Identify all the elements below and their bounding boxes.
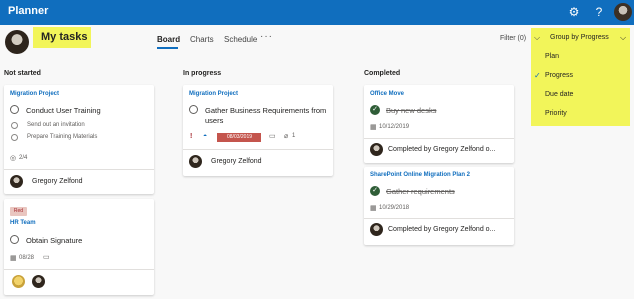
tab-charts[interactable]: Charts xyxy=(190,35,214,44)
assignee-avatar xyxy=(12,275,25,288)
help-icon[interactable]: ? xyxy=(591,4,607,20)
checklist-circle-icon[interactable] xyxy=(11,134,18,141)
comment-icon: ▭ xyxy=(269,133,276,140)
completed-by: Completed by Gregory Zelfond o... xyxy=(388,226,496,233)
calendar-icon: ▦ xyxy=(370,124,377,131)
column-title-not-started: Not started xyxy=(4,70,41,77)
user-avatar xyxy=(5,30,29,54)
column-title-in-progress: In progress xyxy=(183,70,222,77)
tab-schedule[interactable]: Schedule xyxy=(224,35,257,44)
page-title: My tasks xyxy=(41,31,88,43)
completed-check-icon[interactable]: ✓ xyxy=(370,186,380,196)
checklist-item: Send out an invitation xyxy=(27,122,85,128)
assignee-avatar xyxy=(32,275,45,288)
menu-item-plan[interactable]: Plan xyxy=(545,53,559,60)
task-title[interactable]: Obtain Signature xyxy=(26,236,82,245)
group-by-button[interactable]: Group by Progress xyxy=(550,34,609,41)
attachment-count: 1 xyxy=(292,133,296,139)
divider xyxy=(183,149,333,150)
divider xyxy=(4,169,154,170)
assignee-avatar xyxy=(10,175,23,188)
label-badge: Red xyxy=(10,207,27,216)
checklist-circle-icon[interactable] xyxy=(11,122,18,129)
complete-circle-icon[interactable] xyxy=(10,235,19,244)
more-options-icon[interactable]: ··· xyxy=(260,31,273,42)
task-card[interactable]: SharePoint Online Migration Plan 2 ✓ Gat… xyxy=(364,167,514,245)
assignee-avatar xyxy=(370,223,383,236)
progress-icon: ◓ xyxy=(203,133,208,140)
checklist-count: 2/4 xyxy=(19,155,28,161)
divider xyxy=(364,138,514,139)
chevron-down-icon[interactable]: ⌵ xyxy=(620,33,626,43)
bucket-name: Migration Project xyxy=(10,91,60,97)
tab-board[interactable]: Board xyxy=(157,35,180,44)
my-tasks-highlight: My tasks xyxy=(33,27,91,48)
menu-item-due-date[interactable]: Due date xyxy=(545,91,573,98)
attachment-icon: ⌀ xyxy=(284,133,289,140)
calendar-icon: ▦ xyxy=(10,255,17,262)
task-card[interactable]: Migration Project Conduct User Training … xyxy=(4,85,154,194)
calendar-icon: ▦ xyxy=(370,205,377,212)
assignee-name: Gregory Zelfond xyxy=(32,178,83,185)
complete-circle-icon[interactable] xyxy=(189,105,198,114)
menu-item-priority[interactable]: Priority xyxy=(545,110,567,117)
account-avatar[interactable] xyxy=(614,3,632,21)
task-card[interactable]: Office Move ✓ Buy new desks ▦ 10/12/2019… xyxy=(364,85,514,163)
divider xyxy=(4,269,154,270)
completed-date: 10/12/2019 xyxy=(379,124,410,130)
priority-icon: ! xyxy=(190,133,193,140)
task-card[interactable]: Red HR Team Obtain Signature ▦ 08/28 ▭ xyxy=(4,199,154,295)
gear-icon[interactable]: ⚙ xyxy=(566,4,582,20)
bucket-name: Migration Project xyxy=(189,91,239,97)
active-tab-indicator xyxy=(157,47,178,49)
task-title[interactable]: Gather requirements xyxy=(386,187,455,196)
check-icon: ✓ xyxy=(534,71,541,80)
comment-icon: ▭ xyxy=(43,254,50,261)
task-card[interactable]: Migration Project Gather Business Requir… xyxy=(183,85,333,176)
due-date: 08/28 xyxy=(19,255,35,261)
divider xyxy=(364,218,514,219)
task-title[interactable]: Gather Business Requirements from xyxy=(205,106,326,115)
filter-chevron-icon[interactable]: ⌵ xyxy=(534,33,540,43)
app-title[interactable]: Planner xyxy=(8,5,48,17)
checklist-icon: ◎ xyxy=(10,155,17,162)
column-title-completed: Completed xyxy=(364,70,401,77)
completed-date: 10/29/2018 xyxy=(379,205,410,211)
assignee-name: Gregory Zelfond xyxy=(211,158,262,165)
complete-circle-icon[interactable] xyxy=(10,105,19,114)
bucket-name: Office Move xyxy=(370,91,405,97)
group-by-dropdown: ⌵ Group by Progress ⌵ Plan ✓ Progress Du… xyxy=(531,28,630,126)
completed-by: Completed by Gregory Zelfond o... xyxy=(388,146,496,153)
top-bar: Planner ⚙ ? xyxy=(0,0,634,25)
assignee-avatar xyxy=(189,155,202,168)
bucket-name: HR Team xyxy=(10,220,36,226)
due-date-badge: 08/03/2019 xyxy=(217,133,261,142)
bucket-name: SharePoint Online Migration Plan 2 xyxy=(370,172,471,178)
filter-button[interactable]: Filter (0) xyxy=(500,35,526,42)
task-title-continued[interactable]: users xyxy=(205,116,223,125)
completed-check-icon[interactable]: ✓ xyxy=(370,105,380,115)
assignee-avatar xyxy=(370,143,383,156)
task-title[interactable]: Buy new desks xyxy=(386,106,436,115)
menu-item-progress[interactable]: Progress xyxy=(545,72,573,79)
task-title[interactable]: Conduct User Training xyxy=(26,106,101,115)
checklist-item: Prepare Training Materials xyxy=(27,134,98,140)
